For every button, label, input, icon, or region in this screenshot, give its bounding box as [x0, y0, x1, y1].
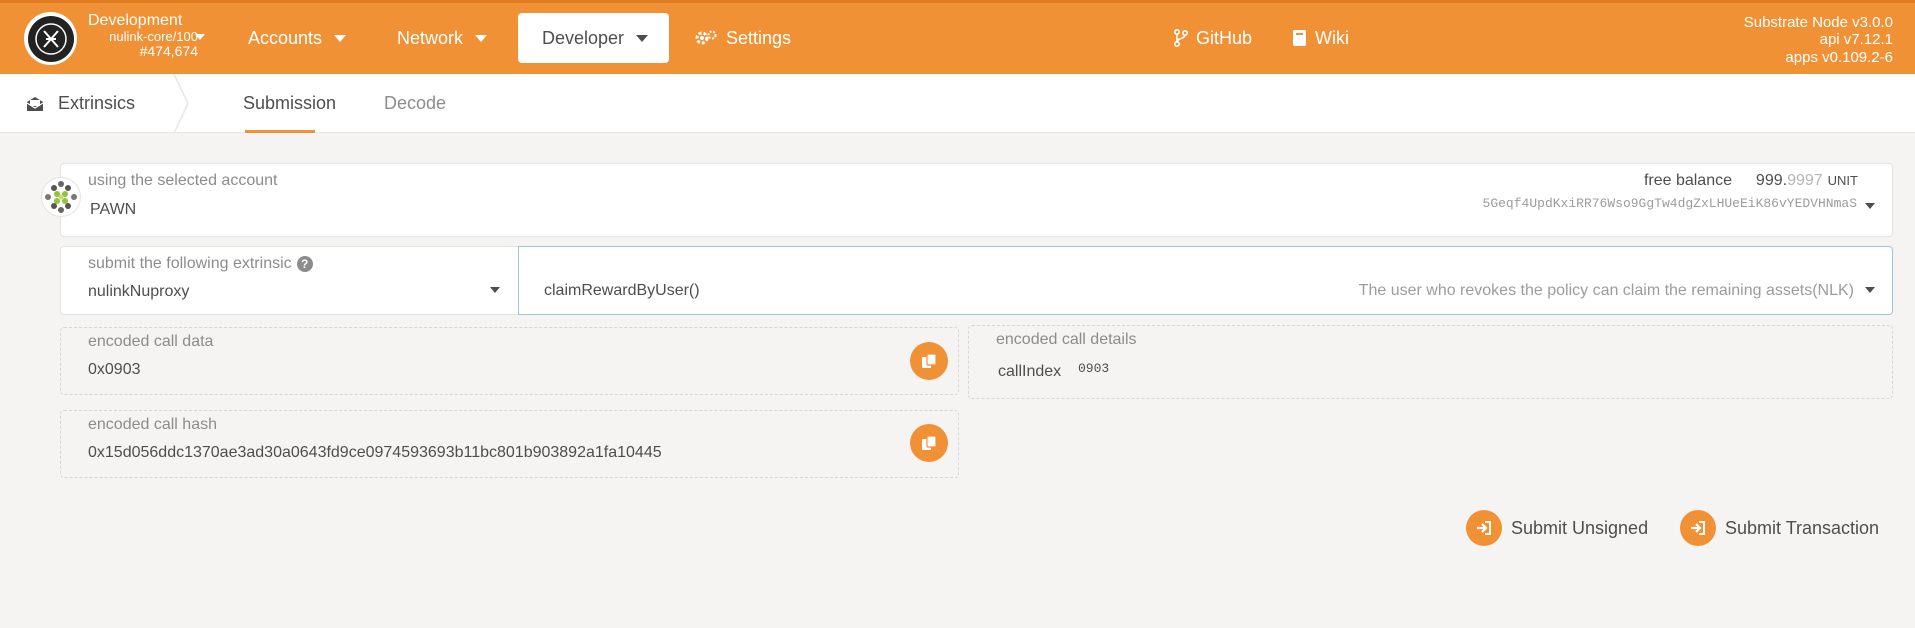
account-selector[interactable]: using the selected account PAWN free bal… [60, 163, 1893, 237]
best-block-number: #474,674 [139, 42, 198, 59]
code-branch-icon [1174, 29, 1188, 47]
caret-down-icon [636, 34, 649, 42]
tab-submission-label: Submission [243, 93, 337, 113]
balance-decimal: 9997 [1787, 172, 1823, 189]
substrate-logo-icon [27, 15, 74, 62]
account-address: 5Geqf4UpdKxiRR76Wso9GgTw4dgZxLHUeEiK86vY… [1482, 196, 1857, 211]
balance-integer: 999. [1755, 172, 1788, 189]
chain-selector[interactable]: Development nulink-core/100 #474,674 [88, 12, 198, 59]
nav-network[interactable]: Network [385, 13, 499, 63]
active-tab-indicator [245, 130, 315, 133]
encoded-call-hash-value: 0x15d056ddc1370ae3ad30a0643fd9ce09745936… [88, 444, 662, 461]
extrinsic-label-text: submit the following extrinsic [88, 255, 292, 272]
nav-settings[interactable]: Settings [682, 13, 803, 63]
chevron-down-icon[interactable] [1865, 203, 1875, 209]
chevron-down-icon[interactable] [1865, 287, 1875, 293]
node-version-info: Substrate Node v3.0.0 api v7.12.1 apps v… [1744, 14, 1893, 66]
breadcrumb-separator [173, 74, 189, 133]
github-label: GitHub [1196, 27, 1253, 48]
section-title: Extrinsics [58, 93, 136, 113]
chevron-down-icon[interactable] [195, 34, 205, 40]
help-icon[interactable]: ? [296, 256, 313, 272]
section-extrinsics: Extrinsics [26, 74, 135, 133]
sub-navigation-bar: Extrinsics Submission Decode [0, 74, 1915, 133]
sign-in-icon [1466, 510, 1502, 546]
copy-icon [922, 353, 937, 368]
account-name: PAWN [90, 201, 137, 218]
nav-developer[interactable]: Developer [518, 13, 669, 63]
identicon-icon [41, 177, 81, 217]
module-selector[interactable]: submit the following extrinsic ? nulinkN… [60, 246, 518, 315]
tab-decode[interactable]: Decode [384, 74, 446, 133]
method-description: The user who revokes the policy can clai… [1358, 282, 1854, 299]
module-name: nulinkNuproxy [88, 283, 190, 300]
api-version: api v7.12.1 [1819, 31, 1893, 49]
encoded-call-data-panel: encoded call data 0x0903 [60, 327, 959, 395]
copy-call-data-button[interactable] [910, 342, 948, 380]
wiki-label: Wiki [1315, 27, 1349, 48]
node-name: Substrate Node v3.0.0 [1743, 14, 1893, 31]
call-index-label: callIndex [998, 363, 1062, 380]
free-balance: 999. 9997 UNIT [1756, 172, 1858, 190]
caret-down-icon [334, 34, 347, 42]
method-name: claimRewardByUser() [544, 282, 700, 299]
caret-down-icon [475, 34, 488, 42]
chevron-down-icon[interactable] [490, 287, 500, 293]
encoded-call-data-label: encoded call data [88, 333, 214, 350]
copy-icon [922, 435, 937, 450]
sign-in-icon [1680, 510, 1716, 546]
wiki-link[interactable]: Wiki [1280, 13, 1361, 63]
nav-network-label: Network [397, 27, 464, 48]
nav-accounts[interactable]: Accounts [236, 13, 358, 63]
nav-settings-label: Settings [726, 27, 792, 48]
balance-label: free balance [1643, 172, 1732, 189]
encoded-call-details-label: encoded call details [996, 331, 1137, 348]
submit-transaction-label: Submit Transaction [1725, 517, 1880, 538]
encoded-call-data-value: 0x0903 [88, 361, 141, 378]
extrinsic-label: submit the following extrinsic ? [88, 255, 313, 273]
encoded-call-details-panel: encoded call details callIndex 0903 [968, 325, 1893, 399]
submit-unsigned-label: Submit Unsigned [1511, 517, 1649, 538]
encoded-call-hash-label: encoded call hash [88, 416, 217, 433]
tab-decode-label: Decode [384, 93, 447, 113]
submit-unsigned-button[interactable]: Submit Unsigned [1466, 508, 1648, 548]
nav-developer-label: Developer [542, 27, 625, 48]
balance-unit: UNIT [1827, 173, 1858, 188]
apps-version: apps v0.109.2-6 [1785, 48, 1893, 66]
envelope-open-icon [26, 96, 44, 112]
method-selector[interactable]: claimRewardByUser() The user who revokes… [518, 246, 1893, 315]
encoded-call-hash-panel: encoded call hash 0x15d056ddc1370ae3ad30… [60, 410, 959, 478]
chain-name: Development [88, 12, 183, 29]
tab-submission[interactable]: Submission [243, 74, 336, 133]
book-icon [1292, 29, 1307, 47]
github-link[interactable]: GitHub [1162, 13, 1264, 63]
submit-transaction-button[interactable]: Submit Transaction [1680, 508, 1879, 548]
account-label: using the selected account [88, 172, 278, 189]
gears-icon [694, 29, 718, 47]
chain-logo[interactable] [24, 12, 77, 65]
call-index-value: 0903 [1078, 361, 1110, 376]
chain-runtime: nulink-core/100 [109, 28, 198, 44]
nav-accounts-label: Accounts [248, 27, 323, 48]
top-navigation-bar: Development nulink-core/100 #474,674 Acc… [0, 0, 1915, 74]
copy-call-hash-button[interactable] [910, 424, 948, 462]
